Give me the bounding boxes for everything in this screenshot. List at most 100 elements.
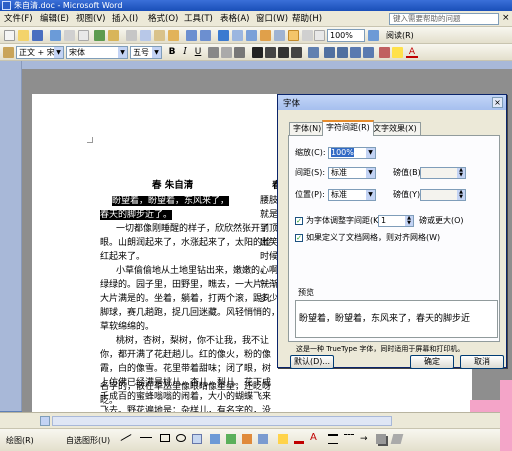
cut-icon[interactable] bbox=[126, 30, 137, 41]
picture-icon[interactable] bbox=[258, 434, 268, 444]
kerning-checkbox[interactable]: ✓ bbox=[295, 217, 303, 225]
font-color-icon[interactable]: A bbox=[310, 432, 317, 443]
spacing-select[interactable]: 标准 ▼ bbox=[328, 167, 376, 179]
arrow-tool-icon[interactable] bbox=[140, 437, 152, 438]
show-hide-icon[interactable] bbox=[314, 30, 325, 41]
line-spacing-icon[interactable] bbox=[308, 47, 319, 58]
save-icon[interactable] bbox=[32, 30, 43, 41]
spacing-by-spinner[interactable]: ▲ ▼ bbox=[420, 167, 466, 179]
help-icon[interactable] bbox=[368, 30, 379, 41]
grid-align-checkbox[interactable]: ✓ bbox=[295, 234, 303, 242]
scroll-left-icon[interactable] bbox=[40, 416, 50, 426]
numbering-icon[interactable] bbox=[324, 47, 335, 58]
zoom-select[interactable]: 100% bbox=[327, 29, 365, 42]
draw-menu-button[interactable]: 绘图(R) bbox=[6, 435, 34, 446]
print-icon[interactable] bbox=[64, 30, 75, 41]
align-center-icon[interactable] bbox=[265, 47, 276, 58]
insert-excel-icon[interactable] bbox=[260, 30, 271, 41]
rectangle-tool-icon[interactable] bbox=[160, 434, 170, 442]
menu-tools[interactable]: 工具(T) bbox=[184, 13, 213, 25]
tab-text-effects[interactable]: 文字效果(X) bbox=[369, 122, 421, 135]
align-left-icon[interactable] bbox=[252, 47, 263, 58]
menu-window[interactable]: 窗口(W) bbox=[256, 13, 288, 25]
font-size-select[interactable]: 五号 ▼ bbox=[130, 46, 162, 59]
help-search-input[interactable]: 键入需要帮助的问题 bbox=[389, 13, 499, 25]
scale-select[interactable]: 100% ▼ bbox=[328, 147, 376, 159]
copy-icon[interactable] bbox=[140, 30, 151, 41]
read-mode-button[interactable]: 阅读(R) bbox=[386, 29, 414, 42]
undo-icon[interactable] bbox=[186, 30, 197, 41]
shadow-style-icon[interactable] bbox=[376, 434, 386, 444]
spelling-icon[interactable] bbox=[94, 30, 105, 41]
wordart-icon[interactable] bbox=[210, 434, 220, 444]
menu-format[interactable]: 格式(O) bbox=[148, 13, 178, 25]
default-button[interactable]: 默认(D)... bbox=[290, 355, 334, 369]
char-scale-icon[interactable] bbox=[234, 47, 245, 58]
diagram-icon[interactable] bbox=[226, 434, 236, 444]
format-painter-icon[interactable] bbox=[168, 30, 179, 41]
font-color-button[interactable]: A bbox=[406, 47, 418, 58]
new-document-icon[interactable] bbox=[4, 30, 15, 41]
hyperlink-icon[interactable] bbox=[218, 30, 229, 41]
clipart-icon[interactable] bbox=[242, 434, 252, 444]
research-icon[interactable] bbox=[108, 30, 119, 41]
textbox-tool-icon[interactable] bbox=[192, 434, 202, 444]
dash-style-icon[interactable] bbox=[344, 434, 354, 444]
styles-pane-icon[interactable] bbox=[3, 47, 14, 58]
tab-character-spacing[interactable]: 字符间距(R) bbox=[322, 120, 374, 136]
char-border-icon[interactable] bbox=[208, 47, 219, 58]
dialog-close-icon[interactable]: × bbox=[492, 97, 503, 108]
outside-border-icon[interactable] bbox=[379, 47, 390, 58]
decrease-indent-icon[interactable] bbox=[350, 47, 361, 58]
style-select[interactable]: 正文 + 宋体 ▼ bbox=[16, 46, 64, 59]
menu-table[interactable]: 表格(A) bbox=[220, 13, 249, 25]
highlight-icon[interactable] bbox=[392, 47, 403, 58]
italic-button[interactable]: I bbox=[179, 47, 191, 58]
menu-view[interactable]: 视图(V) bbox=[76, 13, 105, 25]
align-right-icon[interactable] bbox=[278, 47, 289, 58]
tables-borders-icon[interactable] bbox=[232, 30, 243, 41]
arrow-style-icon[interactable]: → bbox=[360, 434, 370, 444]
redo-icon[interactable] bbox=[200, 30, 211, 41]
print-preview-icon[interactable] bbox=[78, 30, 89, 41]
oval-tool-icon[interactable] bbox=[176, 434, 186, 442]
underline-button[interactable]: U bbox=[192, 47, 204, 58]
open-folder-icon[interactable] bbox=[18, 30, 29, 41]
highlighted-line-2[interactable]: 春天的脚步近了。 bbox=[100, 208, 173, 222]
menu-help[interactable]: 帮助(H) bbox=[292, 13, 322, 25]
dialog-title-bar: 字体 × bbox=[278, 95, 506, 110]
kerning-spinner[interactable]: 1 ▲ ▼ bbox=[378, 215, 414, 227]
bold-button[interactable]: B bbox=[166, 47, 178, 58]
position-by-spinner[interactable]: ▲ ▼ bbox=[420, 189, 466, 201]
menu-insert[interactable]: 插入(I) bbox=[112, 13, 138, 25]
line-tool-icon[interactable] bbox=[120, 434, 132, 441]
justify-icon[interactable] bbox=[291, 47, 302, 58]
line-style-icon[interactable] bbox=[328, 434, 338, 444]
autoshapes-button[interactable]: 自选图形(U) bbox=[66, 435, 110, 446]
ok-button[interactable]: 确定 bbox=[410, 355, 454, 369]
increase-indent-icon[interactable] bbox=[363, 47, 374, 58]
horizontal-scrollbar[interactable] bbox=[0, 412, 512, 428]
char-shading-icon[interactable] bbox=[221, 47, 232, 58]
line-color-icon[interactable] bbox=[294, 434, 304, 444]
paste-icon[interactable] bbox=[154, 30, 165, 41]
body-line: 一切都像刚睡醒的样子，欣欣然张开了 bbox=[116, 224, 270, 234]
bullets-icon[interactable] bbox=[337, 47, 348, 58]
font-select[interactable]: 宋体 ▼ bbox=[66, 46, 128, 59]
position-select[interactable]: 标准 ▼ bbox=[328, 189, 376, 201]
fill-color-icon[interactable] bbox=[278, 434, 288, 444]
columns-icon[interactable] bbox=[274, 30, 285, 41]
menu-file[interactable]: 文件(F) bbox=[4, 13, 33, 25]
permission-icon[interactable] bbox=[50, 30, 61, 41]
drawing-icon[interactable] bbox=[288, 30, 299, 41]
highlighted-line-1[interactable]: 盼望着，盼望着，东风来了， bbox=[112, 194, 230, 208]
body-line: 红起来了。 bbox=[100, 252, 146, 262]
document-close-icon[interactable]: × bbox=[502, 13, 510, 24]
menu-edit[interactable]: 编辑(E) bbox=[40, 13, 69, 25]
tab-font[interactable]: 字体(N) bbox=[289, 122, 326, 135]
scroll-thumb[interactable] bbox=[52, 416, 392, 426]
insert-table-icon[interactable] bbox=[246, 30, 257, 41]
cancel-button[interactable]: 取消 bbox=[460, 355, 504, 369]
document-map-icon[interactable] bbox=[302, 30, 313, 41]
3d-style-icon[interactable] bbox=[390, 434, 404, 444]
